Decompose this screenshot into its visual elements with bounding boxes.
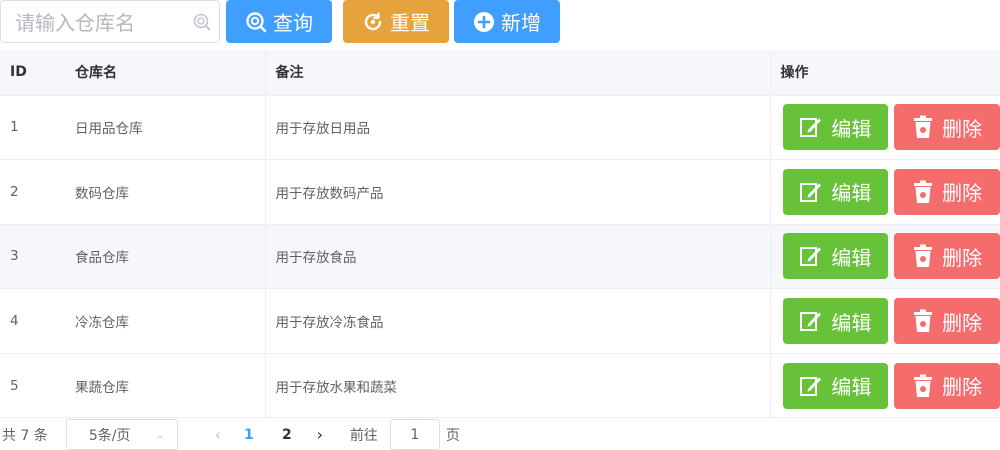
edit-label: 编辑 — [831, 116, 872, 141]
search-icon — [246, 11, 267, 32]
goto-label: 前往 — [349, 427, 378, 444]
edit-icon — [800, 118, 822, 138]
edit-button[interactable]: 编辑 — [782, 104, 889, 151]
cell-remark: 用于存放数码产品 — [265, 159, 771, 225]
cell-actions: 编辑 删除 — [770, 224, 1000, 290]
delete-label: 删除 — [942, 181, 983, 206]
header-actions: 操作 — [770, 50, 1000, 96]
goto-page-input[interactable] — [389, 419, 440, 450]
cell-name: 果蔬仓库 — [65, 353, 266, 419]
delete-button[interactable]: 删除 — [894, 233, 1000, 280]
edit-button[interactable]: 编辑 — [782, 233, 889, 280]
cell-name: 冷冻仓库 — [65, 288, 266, 354]
trash-icon — [914, 374, 933, 397]
edit-button[interactable]: 编辑 — [782, 298, 889, 345]
edit-label: 编辑 — [831, 181, 872, 206]
edit-icon — [800, 376, 822, 396]
search-icon[interactable] — [192, 12, 212, 32]
edit-label: 编辑 — [831, 245, 872, 270]
prev-page-button[interactable]: ‹ — [206, 425, 230, 444]
chevron-down-icon: ⌄ — [155, 428, 165, 441]
refresh-icon — [364, 11, 382, 30]
trash-icon — [914, 115, 933, 139]
toolbar: 查询 重置 新增 — [0, 0, 1000, 47]
cell-id: 3 — [0, 224, 65, 290]
header-name: 仓库名 — [65, 50, 266, 96]
goto-suffix: 页 — [445, 427, 460, 444]
cell-actions: 编辑 删除 — [770, 288, 1000, 354]
delete-button[interactable]: 删除 — [894, 298, 1000, 345]
table-row: 3 食品仓库 用于存放食品 编辑 删除 — [0, 224, 1000, 290]
page-number-2[interactable]: 2 — [268, 427, 306, 443]
pagination: 共 7 条 5条/页 ⌄ ‹ 1 2 › 前往 页 — [0, 419, 1000, 450]
delete-label: 删除 — [942, 375, 983, 400]
trash-icon — [914, 180, 933, 203]
cell-actions: 编辑 删除 — [770, 159, 1000, 225]
cell-name: 日用品仓库 — [65, 95, 266, 161]
reset-button-label: 重置 — [390, 11, 430, 35]
cell-name: 食品仓库 — [65, 224, 266, 290]
header-id: ID — [0, 50, 65, 96]
add-button-label: 新增 — [501, 11, 541, 35]
cell-remark: 用于存放日用品 — [265, 95, 771, 161]
cell-remark: 用于存放冷冻食品 — [265, 288, 771, 354]
page-size-select[interactable]: 5条/页 ⌄ — [65, 419, 178, 450]
cell-name: 数码仓库 — [65, 159, 266, 225]
query-button-label: 查询 — [273, 11, 313, 35]
table-row: 5 果蔬仓库 用于存放水果和蔬菜 编辑 删除 — [0, 353, 1000, 419]
cell-id: 2 — [0, 159, 65, 225]
table-header-row: ID 仓库名 备注 操作 — [0, 50, 1000, 96]
add-button[interactable]: 新增 — [454, 0, 560, 43]
delete-button[interactable]: 删除 — [894, 104, 1000, 151]
trash-icon — [914, 244, 933, 268]
edit-label: 编辑 — [831, 310, 872, 335]
plus-circle-icon — [474, 11, 494, 32]
pagination-total: 共 7 条 — [2, 427, 48, 444]
reset-button[interactable]: 重置 — [343, 0, 449, 43]
cell-remark: 用于存放水果和蔬菜 — [265, 353, 771, 419]
cell-actions: 编辑 删除 — [770, 353, 1000, 419]
table-row: 2 数码仓库 用于存放数码产品 编辑 删除 — [0, 159, 1000, 225]
next-page-button[interactable]: › — [306, 425, 334, 444]
trash-icon — [914, 309, 933, 333]
header-remark: 备注 — [265, 50, 771, 96]
delete-label: 删除 — [942, 245, 983, 270]
query-button[interactable]: 查询 — [226, 0, 332, 43]
warehouse-table: ID 仓库名 备注 操作 1 日用品仓库 用于存放日用品 编辑 删除 2 数码仓… — [0, 50, 1000, 419]
delete-label: 删除 — [942, 310, 983, 335]
search-box — [0, 0, 220, 44]
cell-id: 5 — [0, 353, 65, 419]
edit-icon — [800, 182, 822, 202]
cell-id: 4 — [0, 288, 65, 354]
delete-label: 删除 — [942, 116, 983, 141]
cell-actions: 编辑 删除 — [770, 95, 1000, 161]
page-size-value: 5条/页 — [88, 427, 131, 444]
search-input[interactable] — [13, 1, 187, 44]
cell-id: 1 — [0, 95, 65, 161]
delete-button[interactable]: 删除 — [894, 362, 1000, 409]
table-row: 1 日用品仓库 用于存放日用品 编辑 删除 — [0, 95, 1000, 161]
edit-label: 编辑 — [831, 375, 872, 400]
cell-remark: 用于存放食品 — [265, 224, 771, 290]
edit-button[interactable]: 编辑 — [782, 168, 889, 215]
page-number-1[interactable]: 1 — [230, 427, 268, 443]
edit-icon — [800, 247, 822, 267]
table-row: 4 冷冻仓库 用于存放冷冻食品 编辑 删除 — [0, 288, 1000, 354]
edit-button[interactable]: 编辑 — [782, 362, 889, 409]
edit-icon — [800, 312, 822, 332]
delete-button[interactable]: 删除 — [894, 168, 1000, 215]
